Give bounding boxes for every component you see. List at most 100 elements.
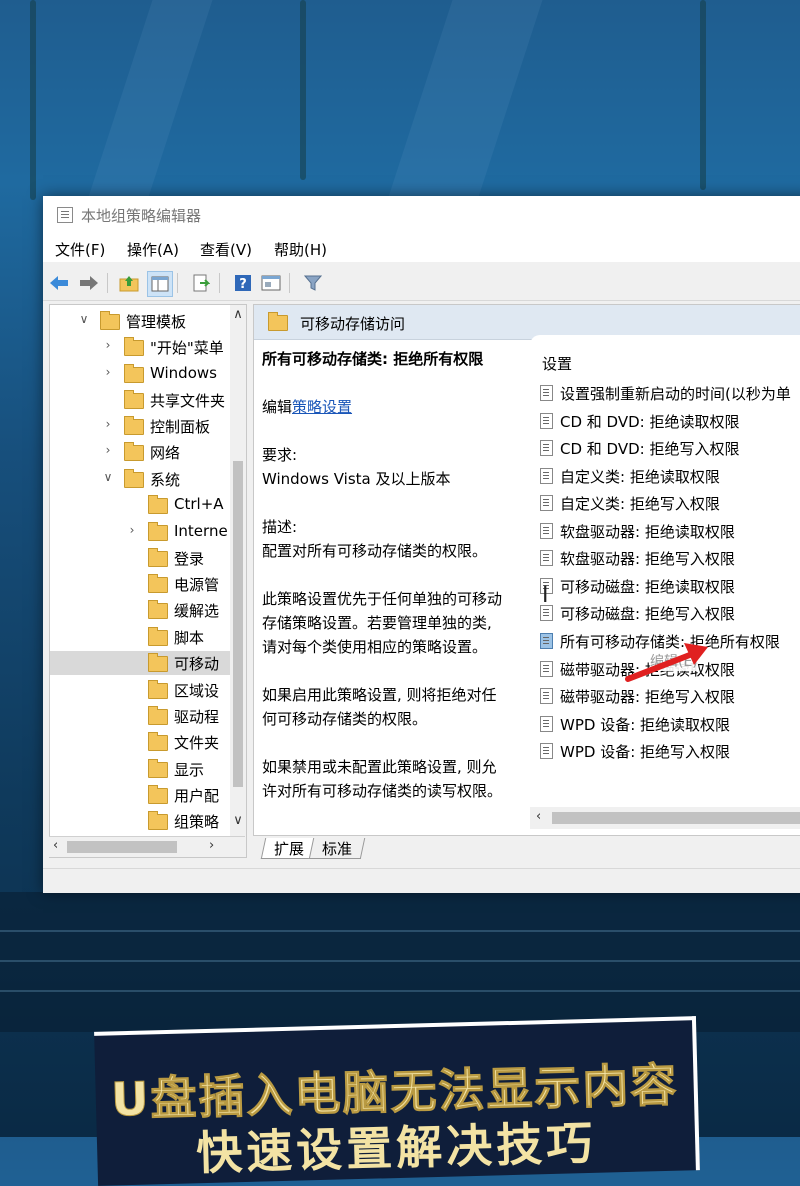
chevron-down-icon[interactable]: ∨ (78, 312, 90, 326)
requirement-label: 要求: (262, 446, 298, 464)
list-item-label: 自定义类: 拒绝读取权限 (560, 468, 720, 486)
tree-item-windows[interactable]: › Windows (50, 362, 230, 386)
tree-item-folder[interactable]: 文件夹 (50, 730, 230, 754)
background-grid-line (0, 990, 800, 992)
tree-item-driver[interactable]: 驱动程 (50, 704, 230, 728)
properties-icon[interactable] (259, 271, 283, 295)
tree-item-network[interactable]: › 网络 (50, 440, 230, 464)
tree-item-label: 网络 (150, 444, 181, 462)
tab-standard[interactable]: 标准 (308, 838, 366, 859)
show-hide-tree-icon[interactable] (147, 271, 173, 297)
list-item[interactable]: 可移动磁盘: 拒绝读取权限 (540, 574, 800, 598)
tree-item-mitigation[interactable]: 缓解选 (50, 598, 230, 622)
background-kelp (30, 0, 36, 200)
list-item[interactable]: 软盘驱动器: 拒绝写入权限 (540, 546, 800, 570)
chevron-left-icon[interactable]: ‹ (53, 838, 58, 853)
tree-item-label: 用户配 (174, 787, 220, 805)
export-list-icon[interactable] (189, 271, 213, 295)
list-item[interactable]: 磁带驱动器: 拒绝写入权限 (540, 684, 800, 708)
tree-item-logon[interactable]: 登录 (50, 546, 230, 570)
list-item[interactable]: 可移动磁盘: 拒绝写入权限 (540, 601, 800, 625)
folder-icon (124, 416, 144, 435)
tree-item-system[interactable]: ∨ 系统 (50, 467, 230, 491)
background-kelp (700, 0, 706, 190)
tree-item-label: 缓解选 (174, 602, 220, 620)
menu-file[interactable]: 文件(F) (55, 239, 105, 260)
tree-item-label: 文件夹 (174, 734, 220, 752)
background-grid-line (0, 960, 800, 962)
tree-item-power[interactable]: 电源管 (50, 572, 230, 596)
policy-description: 所有可移动存储类: 拒绝所有权限 编辑策略设置 要求: Windows Vist… (262, 347, 524, 803)
chevron-down-icon[interactable]: ∨ (102, 470, 114, 484)
policy-setting-icon (540, 550, 553, 566)
folder-icon (148, 495, 168, 514)
scrollbar-thumb[interactable] (67, 841, 177, 853)
list-item-label: CD 和 DVD: 拒绝写入权限 (560, 440, 740, 458)
tree-item-shared-folders[interactable]: 共享文件夹 (50, 388, 230, 412)
list-item[interactable]: 软盘驱动器: 拒绝读取权限 (540, 519, 800, 543)
tree-item-group-policy[interactable]: 组策略 (50, 809, 230, 833)
title-bar[interactable]: 本地组策略编辑器 (43, 196, 800, 232)
tree-item-control-panel[interactable]: › 控制面板 (50, 414, 230, 438)
scrollbar-thumb[interactable] (233, 461, 243, 787)
chevron-right-icon[interactable]: › (102, 417, 114, 431)
list-item[interactable]: CD 和 DVD: 拒绝读取权限 (540, 409, 800, 433)
forward-arrow-icon[interactable] (77, 271, 101, 295)
list-item[interactable]: WPD 设备: 拒绝写入权限 (540, 739, 800, 763)
back-arrow-icon[interactable] (47, 271, 71, 295)
tree-item-label: 管理模板 (126, 313, 187, 331)
chevron-right-icon[interactable]: › (209, 838, 214, 853)
toolbar-separator (289, 273, 290, 293)
tree-item-label: 登录 (174, 550, 205, 568)
chevron-down-icon[interactable]: ∨ (230, 813, 246, 828)
tree-item-user-profiles[interactable]: 用户配 (50, 783, 230, 807)
description-para: 存储策略设置。若要管理单独的类, (262, 614, 492, 632)
tree-item-label: Ctrl+A (174, 495, 224, 513)
chevron-right-icon[interactable]: › (126, 523, 138, 537)
chevron-left-icon[interactable]: ‹ (536, 809, 541, 824)
list-item[interactable]: 自定义类: 拒绝读取权限 (540, 464, 800, 488)
help-icon[interactable]: ? (231, 271, 255, 295)
tree-item-internet[interactable]: › Interne (50, 520, 230, 544)
view-tabs: 扩展 标准 (253, 836, 800, 862)
filter-icon[interactable] (301, 271, 325, 295)
tree-item-label: "开始"菜单 (150, 339, 224, 357)
tree-item-admin-templates[interactable]: ∨ 管理模板 (50, 309, 230, 333)
policy-setting-icon (540, 413, 553, 429)
list-item[interactable]: 设置强制重新启动的时间(以秒为单 (540, 381, 800, 405)
group-policy-editor-window: 本地组策略编辑器 文件(F) 操作(A) 查看(V) 帮助(H) ? ∨ 管理模… (43, 196, 800, 893)
tree-item-label: 共享文件夹 (150, 392, 226, 410)
chevron-up-icon[interactable]: ∧ (230, 307, 246, 322)
tree-horizontal-scrollbar[interactable]: ‹ › (49, 836, 245, 857)
menu-help[interactable]: 帮助(H) (274, 239, 327, 260)
list-item[interactable]: CD 和 DVD: 拒绝写入权限 (540, 436, 800, 460)
menu-action[interactable]: 操作(A) (127, 239, 179, 260)
menu-view[interactable]: 查看(V) (200, 239, 252, 260)
tab-label: 标准 (322, 840, 353, 858)
tree-item-scripts[interactable]: 脚本 (50, 625, 230, 649)
tree-vertical-scrollbar[interactable]: ∧ ∨ (230, 305, 246, 857)
policy-setting-icon (540, 688, 553, 704)
settings-column-header[interactable]: 设置 (542, 353, 572, 374)
edit-policy-link[interactable]: 策略设置 (292, 398, 352, 416)
list-item[interactable]: 自定义类: 拒绝写入权限 (540, 491, 800, 515)
tree-item-ctrl-alt-del[interactable]: Ctrl+A (50, 493, 230, 517)
caption-banner: U盘插入电脑无法显示内容 快速设置解决技巧 (94, 1016, 700, 1186)
tree-item-start-menu[interactable]: › "开始"菜单 (50, 335, 230, 359)
description-para: 此策略设置优先于任何单独的可移动 (262, 590, 503, 608)
settings-horizontal-scrollbar[interactable]: ‹ (530, 807, 800, 829)
up-folder-icon[interactable] (117, 271, 141, 295)
folder-icon (148, 653, 168, 672)
tab-label: 扩展 (274, 840, 305, 858)
tree-item-display[interactable]: 显示 (50, 757, 230, 781)
chevron-right-icon[interactable]: › (102, 443, 114, 457)
toolbar: ? (43, 266, 800, 301)
list-item-label: WPD 设备: 拒绝读取权限 (560, 716, 731, 734)
scrollbar-thumb[interactable] (552, 812, 800, 824)
tree-item-removable-storage[interactable]: 可移动 (50, 651, 230, 675)
policy-setting-icon (540, 743, 553, 759)
tree-item-locale[interactable]: 区域设 (50, 678, 230, 702)
chevron-right-icon[interactable]: › (102, 338, 114, 352)
chevron-right-icon[interactable]: › (102, 365, 114, 379)
list-item[interactable]: WPD 设备: 拒绝读取权限 (540, 712, 800, 736)
